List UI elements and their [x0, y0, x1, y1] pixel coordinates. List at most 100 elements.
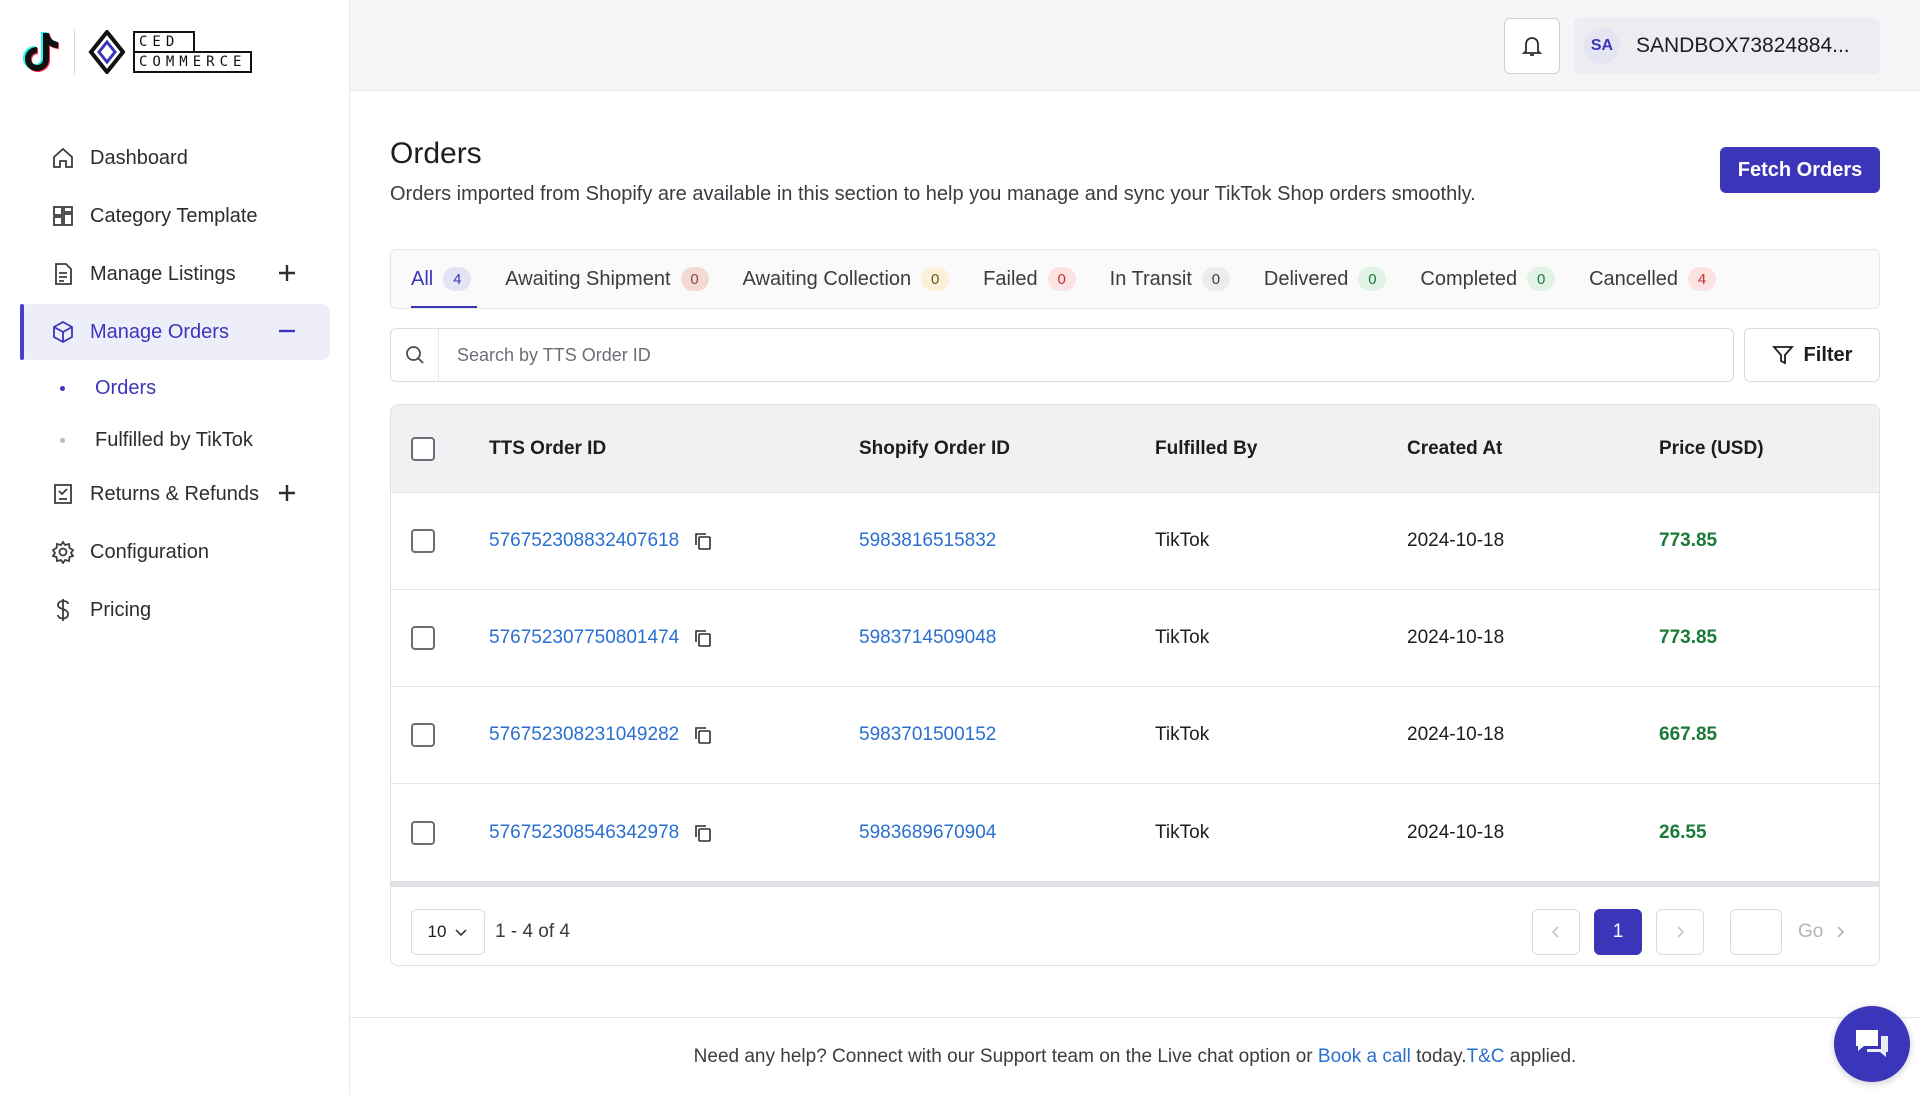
sidebar-item-label: Manage Listings: [90, 262, 236, 285]
chevron-right-icon: [1835, 925, 1845, 939]
sidebar-item-label: Returns & Refunds: [90, 482, 259, 505]
tab-awaiting-shipment[interactable]: Awaiting Shipment 0: [505, 250, 709, 308]
return-icon: [50, 481, 76, 507]
tab-label: Cancelled: [1589, 267, 1679, 290]
sidebar-item-label: Pricing: [90, 598, 152, 621]
shopify-order-link[interactable]: 5983714509048: [859, 627, 1155, 649]
cedcommerce-mark-icon: [88, 30, 125, 74]
tts-order-link[interactable]: 576752308546342978: [489, 822, 679, 844]
main-content: Orders Orders imported from Shopify are …: [350, 91, 1920, 1095]
sidebar-item-manage-orders[interactable]: Manage Orders: [20, 304, 330, 360]
shopify-order-link[interactable]: 5983689670904: [859, 822, 1155, 844]
filter-icon: [1771, 344, 1794, 366]
count-badge: 0: [680, 267, 709, 291]
tnc-link[interactable]: T&C: [1466, 1046, 1504, 1068]
bullet-dot: [60, 437, 65, 443]
order-status-tabs: All 4 Awaiting Shipment 0 Awaiting Colle…: [390, 249, 1880, 309]
gear-icon: [50, 539, 76, 565]
chat-icon: [1852, 1026, 1892, 1062]
chevron-left-icon: [1551, 926, 1559, 938]
row-select-cell: [391, 529, 489, 553]
expand-plus-icon[interactable]: [274, 260, 300, 286]
user-menu[interactable]: SA SANDBOX73824884...: [1574, 18, 1880, 74]
page-number-button[interactable]: 1: [1594, 909, 1642, 955]
created-at-cell: 2024-10-18: [1407, 821, 1505, 843]
tab-awaiting-collection[interactable]: Awaiting Collection 0: [743, 250, 950, 308]
sidebar-item-returns-refunds[interactable]: Returns & Refunds: [20, 466, 330, 522]
sidebar-item-label: Category Template: [90, 204, 258, 227]
footer-text: Need any help? Connect with our Support …: [693, 1045, 1318, 1067]
copy-icon[interactable]: [693, 823, 713, 843]
sidebar-item-configuration[interactable]: Configuration: [20, 524, 330, 580]
filter-label: Filter: [1803, 343, 1853, 366]
tab-label: In Transit: [1109, 267, 1192, 290]
count-badge: 0: [921, 267, 950, 291]
prev-page-button[interactable]: [1532, 909, 1580, 955]
tts-order-link[interactable]: 576752308231049282: [489, 724, 679, 746]
grid-icon: [50, 203, 76, 229]
select-all-checkbox[interactable]: [411, 436, 435, 461]
tiktok-logo-icon: [20, 28, 60, 76]
sidebar-item-label: Configuration: [90, 540, 209, 563]
tab-label: Awaiting Shipment: [505, 267, 671, 290]
count-badge: 0: [1527, 267, 1556, 291]
tab-delivered[interactable]: Delivered 0: [1264, 250, 1387, 308]
book-call-link[interactable]: Book a call: [1318, 1046, 1411, 1068]
row-checkbox[interactable]: [411, 529, 435, 553]
row-checkbox[interactable]: [411, 626, 435, 650]
page-jump-input[interactable]: [1730, 909, 1782, 955]
count-badge: 0: [1358, 267, 1387, 291]
page-range: 1 - 4 of 4: [495, 921, 570, 942]
copy-icon[interactable]: [693, 628, 713, 648]
collapse-minus-icon[interactable]: [274, 318, 300, 344]
tab-in-transit[interactable]: In Transit 0: [1110, 250, 1230, 308]
sidebar-item-pricing[interactable]: Pricing: [20, 582, 330, 638]
sidebar: CED COMMERCE Dashboard Category Template…: [0, 0, 350, 1095]
tts-order-link[interactable]: 576752308832407618: [489, 530, 679, 552]
row-select-cell: [391, 723, 489, 747]
tts-order-link[interactable]: 576752307750801474: [489, 627, 679, 649]
chevron-right-icon: [1677, 926, 1685, 938]
copy-icon[interactable]: [693, 725, 713, 745]
sidebar-subitem-orders[interactable]: Orders: [20, 362, 330, 414]
created-at-cell: 2024-10-18: [1407, 530, 1505, 551]
price-cell: 773.85: [1659, 530, 1718, 551]
notifications-button[interactable]: [1504, 18, 1560, 74]
dollar-icon: [50, 597, 76, 623]
next-page-button[interactable]: [1656, 909, 1704, 955]
expand-plus-icon[interactable]: [274, 480, 300, 506]
ced-text: CED: [133, 31, 195, 51]
tab-all[interactable]: All 4: [411, 250, 478, 308]
tab-cancelled[interactable]: Cancelled 4: [1589, 250, 1717, 308]
per-page-select[interactable]: 10: [411, 909, 485, 955]
live-chat-button[interactable]: [1834, 1006, 1910, 1082]
sidebar-item-dashboard[interactable]: Dashboard: [20, 130, 330, 186]
row-checkbox[interactable]: [411, 820, 435, 845]
sidebar-item-label: Manage Orders: [90, 320, 229, 343]
orders-table: TTS Order ID Shopify Order ID Fulfilled …: [390, 404, 1880, 966]
row-checkbox[interactable]: [411, 723, 435, 747]
column-header: Created At: [1407, 437, 1503, 459]
fetch-orders-button[interactable]: Fetch Orders: [1720, 147, 1880, 193]
sidebar-subitem-fulfilled-by-tiktok[interactable]: Fulfilled by TikTok: [20, 414, 330, 466]
table-row: 576752308231049282 5983701500152 TikTok …: [391, 687, 1879, 784]
help-footer: Need any help? Connect with our Support …: [350, 1017, 1920, 1095]
shopify-order-link[interactable]: 5983701500152: [859, 724, 1155, 746]
sidebar-item-manage-listings[interactable]: Manage Listings: [20, 246, 330, 302]
go-button[interactable]: Go: [1798, 909, 1845, 955]
shopify-order-link[interactable]: 5983816515832: [859, 530, 1155, 552]
tab-completed[interactable]: Completed 0: [1420, 250, 1556, 308]
fulfilled-by-cell: TikTok: [1155, 821, 1210, 843]
tab-failed[interactable]: Failed 0: [983, 250, 1076, 308]
fulfilled-by-cell: TikTok: [1155, 724, 1210, 745]
row-select-cell: [391, 820, 489, 845]
copy-icon[interactable]: [693, 531, 713, 551]
sidebar-item-category-template[interactable]: Category Template: [20, 188, 330, 244]
created-at-cell: 2024-10-18: [1407, 724, 1505, 745]
table-row: 576752308832407618 5983816515832 TikTok …: [391, 493, 1879, 590]
filter-button[interactable]: Filter: [1744, 328, 1880, 382]
page-description: Orders imported from Shopify are availab…: [390, 183, 1476, 205]
tts-order-cell: 576752308231049282: [489, 724, 859, 746]
cedcommerce-logo: CED COMMERCE: [87, 30, 253, 74]
search-input[interactable]: [439, 330, 1733, 380]
